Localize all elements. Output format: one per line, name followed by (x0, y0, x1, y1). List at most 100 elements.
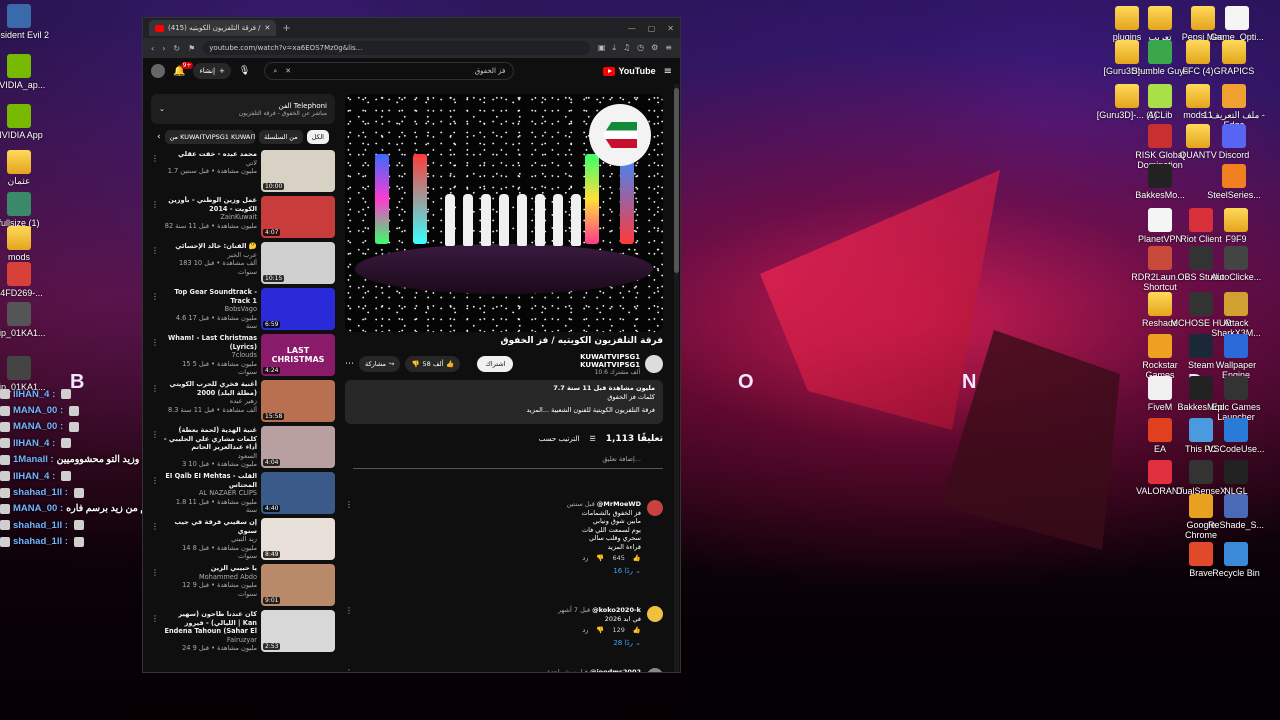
youtube-logo[interactable]: YouTube (603, 66, 656, 76)
desktop-icon[interactable]: VSCodeUse... (1205, 418, 1267, 454)
chip-series[interactable]: من السلسلة (259, 130, 303, 144)
playlist-item[interactable]: ⋮ إن سفيني فرقة في جيب سنوي ريد التيني 14 م… (151, 518, 335, 564)
desktop-icon[interactable]: Game_Opti... (1206, 6, 1268, 42)
playlist-item-thumbnail[interactable]: 9:01 (261, 564, 335, 606)
comment-menu-icon[interactable]: ⋮ (345, 500, 353, 575)
desktop-icon[interactable]: Epic Games Launcher (1205, 376, 1267, 422)
music-icon[interactable]: ♫ (623, 43, 630, 53)
replies-toggle[interactable]: 16 ردًا ⌄ (359, 567, 641, 576)
item-menu-icon[interactable]: ⋮ (151, 564, 159, 577)
create-button[interactable]: إنشاء + (193, 63, 231, 79)
desktop-icon[interactable]: BakkesMo... (1129, 164, 1191, 200)
comment-author[interactable]: @MrMoeWD (597, 500, 641, 508)
notifications-icon[interactable]: 🔔 9+ (173, 61, 194, 77)
channel-name[interactable]: KUWAITVIPSG1 KUWAITVIPSG1 (518, 353, 640, 369)
desktop-icon[interactable]: clip_01KA1... (0, 302, 50, 338)
playlist-item[interactable]: ⋮ EI Qalb EI Mehtas - القلب المحتاس AL NAZ… (151, 472, 335, 518)
close-window-button[interactable]: ✕ (667, 24, 674, 33)
playlist-item[interactable]: ⋮ محمد عبده - خفت عقلي لاتي 1.7 مليون مشاهد… (151, 150, 335, 196)
desktop-icon[interactable]: SteelSeries... (1203, 164, 1265, 200)
playlist-item[interactable]: ⋮ أغنية فخري للحرب الكويتي (مطلة البلد) 2… (151, 380, 335, 426)
playlist-item[interactable]: ⋮ كان عندنا طاحون (سهير الليالي) - فيروز … (151, 610, 335, 656)
reload-icon[interactable]: ↻ (173, 44, 180, 53)
playlist-item-thumbnail[interactable]: 4:40 (261, 472, 335, 514)
playlist-item-thumbnail[interactable]: 10:00 (261, 150, 335, 192)
playlist-item[interactable]: ⋮ الفنان: خالد الإحسائي 🤔 عرب الخبر 183 ألف… (151, 242, 335, 288)
history-icon[interactable]: ◷ (637, 43, 644, 53)
subscribe-button[interactable]: اشتراك (477, 356, 514, 372)
search-icon[interactable]: ⌕ (273, 67, 277, 76)
video-player[interactable] (345, 94, 663, 332)
share-button[interactable]: مشاركة ↪ (359, 356, 401, 372)
microphone-icon[interactable]: 🎙 (239, 66, 250, 76)
desktop-icon[interactable]: Attack SharkX3M... (1205, 292, 1267, 338)
replies-toggle[interactable]: 28 ردًا ⌄ (359, 639, 641, 648)
desktop-icon[interactable]: F9F9 (1205, 208, 1267, 244)
playlist-item-thumbnail[interactable]: 6:59 (261, 288, 335, 330)
playlist-item[interactable]: ⋮ عمل وزين الوطني - بأوزين الكويت - 2014 Z… (151, 196, 335, 242)
desktop-icon[interactable]: NVIDIA App (0, 104, 50, 140)
item-menu-icon[interactable]: ⋮ (151, 518, 159, 531)
chip-all[interactable]: الكل (306, 130, 329, 144)
commenter-avatar[interactable] (647, 606, 663, 622)
playlist-item[interactable]: ⋮ Top Gear Soundtrack - Track 1 BobsVago 4.… (151, 288, 335, 334)
desktop-icon[interactable]: NLGL (1205, 460, 1267, 496)
back-icon[interactable]: ‹ (151, 44, 154, 53)
desktop-icon[interactable]: Wallpaper Engine (1205, 334, 1267, 380)
sort-label[interactable]: الترتيب حسب (539, 435, 580, 443)
comment-menu-icon[interactable]: ⋮ (345, 668, 353, 672)
hamburger-menu-icon[interactable]: ≡ (664, 66, 672, 77)
desktop-icon[interactable]: fullsize (1) (0, 192, 50, 228)
desktop-icon[interactable]: Resident Evil 2 (0, 4, 50, 40)
settings-icon[interactable]: ⚙ (651, 43, 658, 53)
commenter-avatar[interactable] (647, 668, 663, 672)
desktop-icon[interactable]: Recycle Bin (1205, 542, 1267, 578)
playlist-item[interactable]: ⋮ Wham! - Last Christmas (Lyrics) 7clouds 1… (151, 334, 335, 380)
dislike-icon[interactable]: 👎 (596, 554, 604, 563)
commenter-avatar[interactable] (647, 500, 663, 516)
channel-avatar[interactable] (645, 355, 663, 373)
maximize-button[interactable]: ▢ (648, 24, 656, 33)
like-icon[interactable]: 👍 (633, 554, 641, 563)
item-menu-icon[interactable]: ⋮ (151, 242, 159, 255)
item-menu-icon[interactable]: ⋮ (151, 426, 159, 439)
desktop-icon[interactable]: mods (0, 226, 50, 262)
playlist-item-thumbnail[interactable]: LAST CHRISTMAS 4:24 (261, 334, 335, 376)
reply-button[interactable]: رد (582, 554, 588, 563)
reply-button[interactable]: رد (582, 626, 588, 635)
playlist-item-thumbnail[interactable]: 2:53 (261, 610, 335, 652)
playlist-item-thumbnail[interactable]: 4:07 (261, 196, 335, 238)
search-input[interactable]: فز الخفوق (475, 67, 506, 75)
comment-author[interactable]: @koko2020-k (592, 606, 641, 614)
comment-menu-icon[interactable]: ⋮ (345, 606, 353, 647)
chevron-left-icon[interactable]: ‹ (157, 132, 161, 142)
search-box[interactable]: ⌕ ✕ فز الخفوق (264, 62, 515, 80)
desktop-icon[interactable]: 84FD269-... (0, 262, 50, 298)
item-menu-icon[interactable]: ⋮ (151, 150, 159, 163)
item-menu-icon[interactable]: ⋮ (151, 472, 159, 485)
playlist-item-thumbnail[interactable]: 4:04 (261, 426, 335, 468)
bookmark-icon[interactable]: ⚑ (188, 44, 195, 53)
address-bar[interactable]: youtube.com/watch?v=xa6EOS7Mz0g&lis... (203, 41, 590, 55)
minimize-button[interactable]: — (628, 24, 636, 33)
chevron-down-icon[interactable]: ⌄ (159, 105, 165, 113)
avatar[interactable] (151, 64, 165, 78)
desktop-icon[interactable]: Discord (1203, 124, 1265, 160)
like-dislike-group[interactable]: 👎 58 ألف 👍 (405, 356, 461, 372)
download-icon[interactable]: ⤓ (612, 43, 616, 53)
playlist-item-thumbnail[interactable]: 8:49 (261, 518, 335, 560)
forward-icon[interactable]: › (162, 44, 165, 53)
comment-author[interactable]: @joodms2002 (590, 668, 641, 672)
desktop-icon[interactable]: AutoClicke... (1205, 246, 1267, 282)
clear-search-icon[interactable]: ✕ (285, 67, 291, 75)
item-menu-icon[interactable]: ⋮ (151, 380, 159, 393)
item-menu-icon[interactable]: ⋮ (151, 334, 159, 347)
item-menu-icon[interactable]: ⋮ (151, 288, 159, 301)
now-playing-header[interactable]: ⌄ الفن Telephoni مباشر عن الخفوق - فرقة … (151, 94, 335, 124)
more-actions-icon[interactable]: ⋯ (345, 359, 354, 369)
item-menu-icon[interactable]: ⋮ (151, 196, 159, 209)
browser-tab[interactable]: (415) فرقة التلفزيون الكويتيه / ✕ (149, 20, 277, 36)
channel-info[interactable]: KUWAITVIPSG1 KUWAITVIPSG1 10.6 ألف مشترك (518, 353, 640, 376)
like-icon[interactable]: 👍 (446, 360, 454, 368)
desktop-icon[interactable]: GRAPICS (1203, 40, 1265, 76)
